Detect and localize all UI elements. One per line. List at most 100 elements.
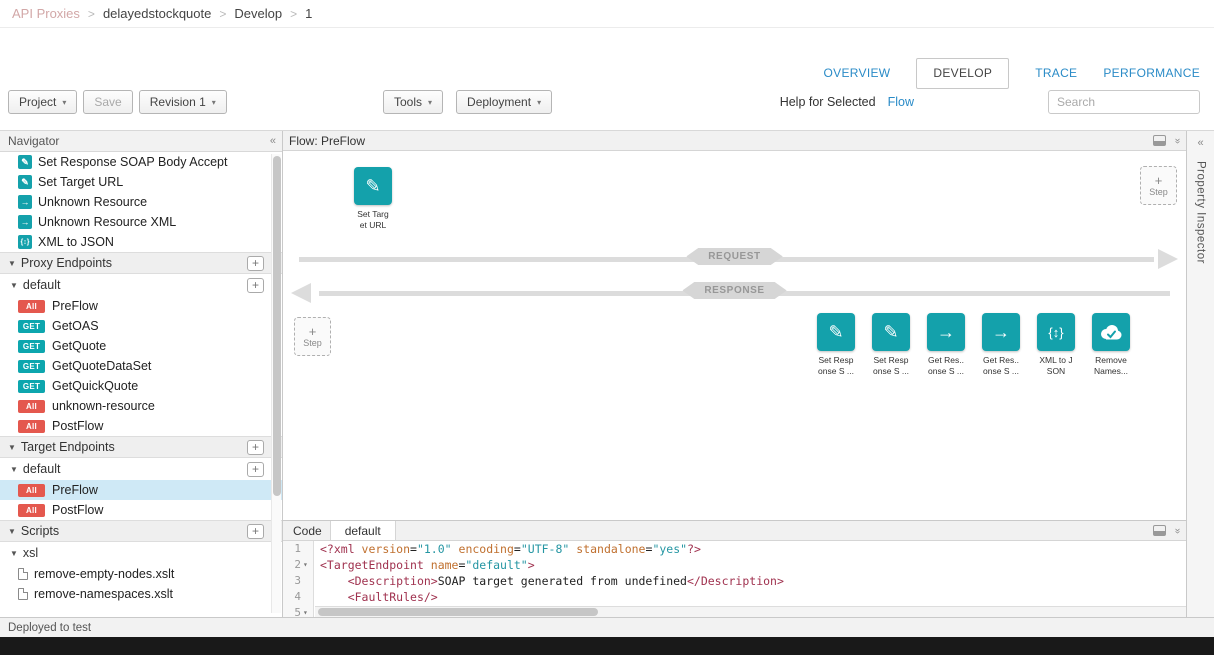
flow-item-unknown-resource[interactable]: Allunknown-resource — [0, 396, 282, 416]
flow-step-set-resp-onse-s-[interactable]: ✎Set Response S ... — [865, 313, 917, 376]
help-flow-link[interactable]: Flow — [888, 95, 914, 109]
navigator-title: Navigator — [8, 134, 59, 148]
policy-label: Unknown Resource XML — [38, 215, 176, 229]
code-line[interactable]: 1<?xml version="1.0" encoding="UTF-8" st… — [283, 541, 1186, 557]
panel-layout-icon[interactable] — [1153, 135, 1166, 146]
code-tab-default[interactable]: default — [330, 521, 396, 540]
flow-item-preflow[interactable]: AllPreFlow — [0, 480, 282, 500]
group-name: xsl — [23, 546, 38, 560]
navigator-scrollbar[interactable] — [271, 154, 281, 613]
cloud-check-icon — [1092, 313, 1130, 351]
code-editor[interactable]: 1<?xml version="1.0" encoding="UTF-8" st… — [283, 541, 1186, 617]
code-text: <Description>SOAP target generated from … — [314, 573, 784, 589]
tab-trace[interactable]: TRACE — [1035, 59, 1077, 89]
flow-item-postflow[interactable]: AllPostFlow — [0, 416, 282, 436]
file-item-remove-namespaces-xslt[interactable]: remove-namespaces.xslt — [0, 584, 282, 604]
main-area: Navigator « ✎Set Response SOAP Body Acce… — [0, 131, 1214, 617]
group-row-default[interactable]: ▼default+ — [0, 274, 282, 296]
breadcrumb-item-revision[interactable]: 1 — [305, 6, 312, 21]
code-gutter: 4 — [283, 589, 314, 605]
collapse-navigator-icon[interactable]: « — [270, 135, 276, 147]
tab-performance[interactable]: PERFORMANCE — [1103, 59, 1200, 89]
group-row-xsl[interactable]: ▼xsl — [0, 542, 282, 564]
collapse-panel-icon[interactable]: » — [1172, 138, 1182, 144]
flow-item-postflow[interactable]: AllPostFlow — [0, 500, 282, 520]
panel-layout-icon[interactable] — [1153, 525, 1166, 536]
breadcrumb-item-develop[interactable]: Develop — [234, 6, 282, 21]
help-for-selected-label: Help for Selected — [780, 95, 876, 109]
flow-step-get-res-onse-s-[interactable]: →Get Res..onse S ... — [920, 313, 972, 376]
tab-develop[interactable]: DEVELOP — [916, 58, 1009, 89]
section-header-scripts[interactable]: ▼Scripts+ — [0, 520, 282, 542]
search-input[interactable] — [1048, 90, 1200, 114]
deployment-menu-button[interactable]: Deployment — [456, 90, 552, 114]
policy-item-unknown-resource[interactable]: → Unknown Resource — [0, 192, 282, 212]
code-token: </Description> — [687, 574, 784, 588]
section-title: Proxy Endpoints — [21, 256, 112, 270]
line-number: 4 — [294, 589, 301, 605]
policy-item-set-response-soap-body-accept[interactable]: ✎Set Response SOAP Body Accept — [0, 152, 282, 172]
property-inspector-strip[interactable]: « Property Inspector — [1186, 131, 1214, 617]
arrow-icon: → — [18, 195, 32, 209]
flow-item-getoas[interactable]: GETGetOAS — [0, 316, 282, 336]
section-header-target-endpoints[interactable]: ▼Target Endpoints+ — [0, 436, 282, 458]
fold-icon[interactable]: ▾ — [303, 605, 311, 617]
add-step-button-response[interactable]: + Step — [294, 317, 331, 356]
revision-menu-button[interactable]: Revision 1 — [139, 90, 227, 114]
code-line[interactable]: 2▾<TargetEndpoint name="default"> — [283, 557, 1186, 573]
breadcrumb-root[interactable]: API Proxies — [12, 6, 80, 21]
save-button[interactable]: Save — [83, 90, 132, 114]
file-item-remove-empty-nodes-xslt[interactable]: remove-empty-nodes.xslt — [0, 564, 282, 584]
chevron-down-icon: ▼ — [10, 281, 18, 290]
code-horizontal-scrollbar[interactable] — [315, 606, 1186, 617]
method-badge: All — [18, 504, 45, 517]
flow-item-getquote[interactable]: GETGetQuote — [0, 336, 282, 356]
line-number: 5 — [294, 605, 301, 617]
scrollbar-thumb[interactable] — [318, 608, 598, 616]
collapse-panel-icon[interactable]: » — [1172, 528, 1182, 534]
step-button-label: Step — [1149, 187, 1168, 197]
add-button[interactable]: + — [247, 462, 264, 477]
breadcrumb-item-proxy[interactable]: delayedstockquote — [103, 6, 211, 21]
group-name: default — [23, 462, 61, 476]
add-button[interactable]: + — [247, 256, 264, 271]
flow-step-get-res-onse-s-[interactable]: →Get Res..onse S ... — [975, 313, 1027, 376]
flow-item-getquickquote[interactable]: GETGetQuickQuote — [0, 376, 282, 396]
method-badge: GET — [18, 340, 45, 353]
policy-item-unknown-resource-xml[interactable]: →Unknown Resource XML — [0, 212, 282, 232]
policy-item-xml-to-json[interactable]: {↕}XML to JSON — [0, 232, 282, 252]
status-bar: Deployed to test — [0, 617, 1214, 637]
add-button[interactable]: + — [247, 440, 264, 455]
add-step-button-request[interactable]: + Step — [1140, 166, 1177, 205]
group-row-default[interactable]: ▼ default + — [0, 458, 282, 480]
add-button[interactable]: + — [247, 524, 264, 539]
chevron-down-icon: ▼ — [10, 465, 18, 474]
fold-icon[interactable]: ▾ — [303, 557, 311, 573]
flow-step-xml-to-j-son[interactable]: {↕}XML to JSON — [1030, 313, 1082, 376]
code-line[interactable]: 3 <Description>SOAP target generated fro… — [283, 573, 1186, 589]
add-button[interactable]: + — [247, 278, 264, 293]
flow-item-preflow[interactable]: AllPreFlow — [0, 296, 282, 316]
expand-property-inspector-icon[interactable]: « — [1197, 137, 1203, 149]
flow-name: PreFlow — [52, 483, 98, 497]
scrollbar-thumb[interactable] — [273, 156, 281, 496]
flow-step-set-resp-onse-s-[interactable]: ✎Set Response S ... — [810, 313, 862, 376]
code-line[interactable]: 4 <FaultRules/> — [283, 589, 1186, 605]
method-badge: All — [18, 300, 45, 313]
policy-label: Unknown Resource — [38, 195, 147, 209]
tools-menu-button[interactable]: Tools — [383, 90, 443, 114]
project-menu-button[interactable]: Project — [8, 90, 77, 114]
section-header-proxy-endpoints[interactable]: ▼ Proxy Endpoints + — [0, 252, 282, 274]
flow-item-getquotedataset[interactable]: GETGetQuoteDataSet — [0, 356, 282, 376]
policy-item-set-target-url[interactable]: ✎Set Target URL — [0, 172, 282, 192]
file-name: remove-empty-nodes.xslt — [34, 567, 174, 581]
flow-step-set-targ-et-url[interactable]: ✎Set Target URL — [347, 167, 399, 230]
method-badge: All — [18, 400, 45, 413]
flow-step-remove-names-[interactable]: RemoveNames... — [1085, 313, 1137, 376]
property-inspector-label: Property Inspector — [1195, 161, 1207, 264]
tab-overview[interactable]: OVERVIEW — [824, 59, 891, 89]
chevron-down-icon: ▼ — [8, 259, 16, 268]
code-gutter: 1 — [283, 541, 314, 557]
flow-canvas[interactable]: ✎Set Target URL + Step REQUEST RESPONSE … — [283, 151, 1186, 520]
code-token — [452, 542, 459, 556]
